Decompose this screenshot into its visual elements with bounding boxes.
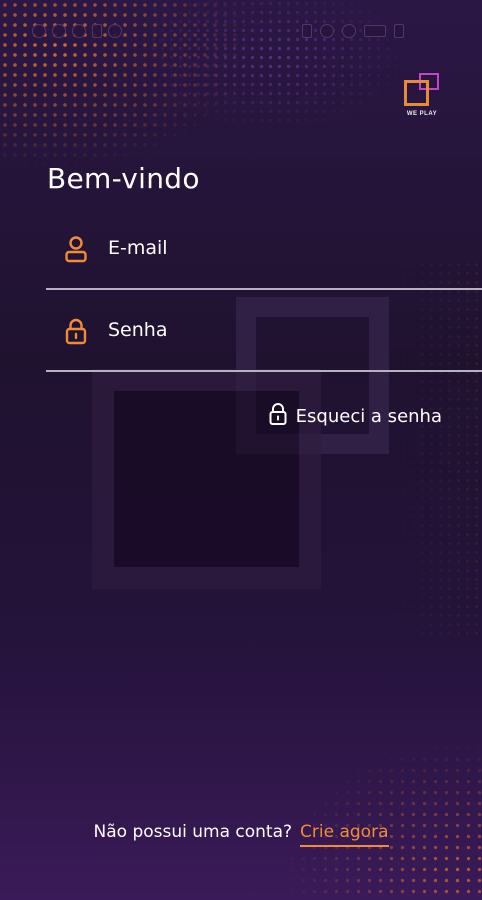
- notification-icon: [52, 24, 66, 38]
- logo-square-front-icon: [404, 80, 429, 106]
- password-underline: [46, 370, 482, 372]
- brand-logo: WE PLAY: [399, 71, 445, 121]
- email-underline: [46, 288, 482, 290]
- status-bar-system: [302, 24, 404, 38]
- login-screen: WE PLAY Bem-vindo E-mail Esqueci a senha…: [0, 0, 482, 900]
- create-account-link[interactable]: Crie agora: [300, 822, 389, 847]
- brand-logo-text: WE PLAY: [406, 111, 438, 117]
- alarm-icon: [320, 24, 334, 38]
- lock-icon: [64, 317, 88, 345]
- forgot-password-link[interactable]: Esqueci a senha: [268, 402, 442, 430]
- lock-icon: [268, 402, 288, 430]
- mute-icon: [342, 24, 356, 38]
- status-bar: [0, 22, 482, 44]
- signal-icon: [364, 25, 386, 37]
- vibrate-icon: [302, 24, 312, 38]
- battery-icon: [394, 24, 404, 38]
- page-title: Bem-vindo: [47, 162, 200, 195]
- signup-prompt: Não possui uma conta? Crie agora: [0, 822, 482, 847]
- password-field: [46, 292, 482, 372]
- notification-icon: [32, 24, 46, 38]
- notification-icon: [108, 24, 122, 38]
- signup-prompt-text: Não possui uma conta?: [93, 822, 293, 842]
- status-bar-notifications: [32, 24, 122, 38]
- user-icon: [64, 235, 88, 263]
- decorative-dots-bottom: [122, 600, 482, 900]
- email-input[interactable]: [108, 232, 448, 264]
- forgot-password-label: Esqueci a senha: [295, 405, 442, 427]
- notification-icon: [72, 24, 86, 38]
- password-input[interactable]: [108, 314, 448, 346]
- notification-icon: [92, 24, 102, 38]
- email-field: [46, 210, 482, 290]
